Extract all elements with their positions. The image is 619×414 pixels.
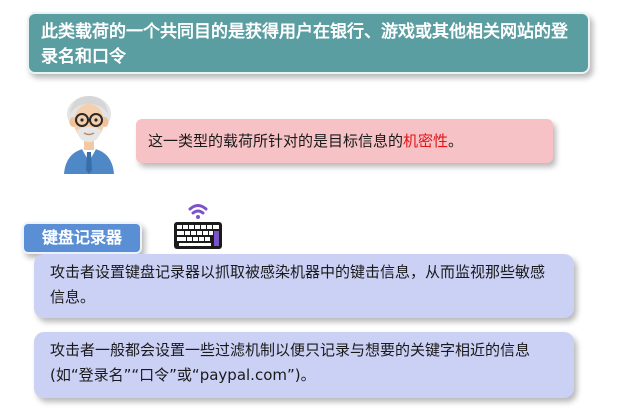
description-box-1: 攻击者设置键盘记录器以抓取被感染机器中的键击信息，从而监视那些敏感信息。	[34, 254, 574, 318]
title-text: 此类载荷的一个共同目的是获得用户在银行、游戏或其他相关网站的登录名和口令	[41, 22, 568, 67]
description-text-2: 攻击者一般都会设置一些过滤机制以便只记录与想要的关键字相近的信息(如“登录名”“…	[50, 341, 531, 384]
keylogger-label: 键盘记录器	[22, 222, 142, 254]
callout-suffix: 。	[448, 132, 464, 150]
old-man-avatar-icon	[58, 92, 120, 174]
wireless-keyboard-icon	[170, 199, 226, 251]
title-banner: 此类载荷的一个共同目的是获得用户在银行、游戏或其他相关网站的登录名和口令	[27, 12, 590, 74]
description-text-1: 攻击者设置键盘记录器以抓取被感染机器中的键击信息，从而监视那些敏感信息。	[50, 263, 546, 306]
keylogger-label-text: 键盘记录器	[41, 228, 122, 247]
confidentiality-callout: 这一类型的载荷所针对的是目标信息的机密性。	[136, 119, 553, 163]
callout-prefix: 这一类型的载荷所针对的是目标信息的	[148, 132, 404, 150]
description-box-2: 攻击者一般都会设置一些过滤机制以便只记录与想要的关键字相近的信息(如“登录名”“…	[34, 332, 574, 398]
callout-highlight: 机密性	[403, 132, 449, 150]
